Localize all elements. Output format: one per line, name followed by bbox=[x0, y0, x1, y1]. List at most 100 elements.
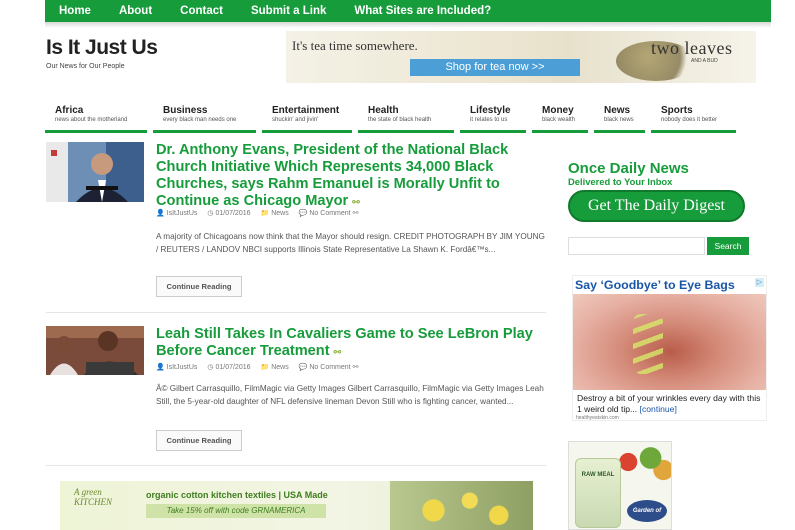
post-comments[interactable]: No Comment bbox=[309, 210, 350, 217]
category-money[interactable]: Money black wealth bbox=[532, 101, 588, 133]
link-icon: ⚯ bbox=[352, 210, 359, 217]
post-comments[interactable]: No Comment bbox=[309, 364, 350, 371]
link-icon: ⚯ bbox=[352, 197, 360, 207]
category-nav: Africa news about the motherland Busines… bbox=[45, 101, 745, 133]
category-sub: shuckin' and jivin' bbox=[272, 117, 319, 123]
banner-brand-sub: AND A BUD bbox=[691, 58, 718, 64]
nav-contact[interactable]: Contact bbox=[166, 0, 237, 22]
category-name: News bbox=[604, 105, 631, 116]
post-category[interactable]: News bbox=[271, 210, 289, 217]
post-thumbnail[interactable] bbox=[46, 142, 144, 202]
category-africa[interactable]: Africa news about the motherland bbox=[45, 101, 147, 133]
post-title[interactable]: Dr. Anthony Evans, President of the Nati… bbox=[156, 142, 541, 211]
ad-body: Destroy a bit of your wrinkles every day… bbox=[577, 393, 766, 415]
date-meta: ◷ 01/07/2016 bbox=[207, 209, 250, 217]
category-meta: 📁 News bbox=[261, 209, 289, 217]
site-title[interactable]: Is It Just Us bbox=[46, 36, 158, 60]
category-name: Africa bbox=[55, 105, 84, 116]
nav-home[interactable]: Home bbox=[45, 0, 105, 22]
post-author[interactable]: IsItJustUs bbox=[167, 364, 198, 371]
category-name: Entertainment bbox=[272, 105, 340, 116]
search-input[interactable] bbox=[568, 237, 705, 255]
clock-icon: ◷ bbox=[207, 210, 214, 217]
continue-reading-button[interactable]: Continue Reading bbox=[156, 430, 242, 451]
nav-shadow bbox=[45, 22, 771, 28]
jar-label: RAW MEAL bbox=[581, 472, 615, 478]
comment-icon: 💬 bbox=[298, 210, 308, 217]
post-title-text: Dr. Anthony Evans, President of the Nati… bbox=[156, 142, 509, 209]
category-name: Business bbox=[163, 105, 208, 116]
category-health[interactable]: Health the state of black health bbox=[358, 101, 454, 133]
banner-brand: two leaves bbox=[651, 38, 733, 58]
ad-continue-link[interactable]: [continue] bbox=[640, 404, 677, 414]
category-business[interactable]: Business every black man needs one bbox=[153, 101, 256, 133]
site-tagline: Our News for Our People bbox=[46, 63, 125, 70]
post-author[interactable]: IsItJustUs bbox=[167, 210, 198, 217]
post-category[interactable]: News bbox=[271, 364, 289, 371]
brand-logo: Garden of Life bbox=[627, 500, 667, 522]
banner-headline: It's tea time somewhere. bbox=[292, 38, 418, 53]
category-name: Health bbox=[368, 105, 399, 116]
daily-digest-button[interactable]: Get The Daily Digest bbox=[568, 190, 745, 222]
comment-icon: 💬 bbox=[298, 364, 308, 371]
user-icon: 👤 bbox=[156, 364, 165, 371]
post-title[interactable]: Leah Still Takes In Cavaliers Game to Se… bbox=[156, 326, 541, 361]
top-nav: Home About Contact Submit a Link What Si… bbox=[45, 0, 771, 22]
nav-about[interactable]: About bbox=[105, 0, 166, 22]
post-meta: 👤 IsItJustUs ◷ 01/07/2016 📁 News 💬 No Co… bbox=[156, 209, 358, 217]
flowers-image bbox=[390, 481, 533, 530]
garden-of-life-ad[interactable]: RAW MEAL Garden of Life bbox=[568, 441, 672, 530]
category-entertainment[interactable]: Entertainment shuckin' and jivin' bbox=[262, 101, 352, 133]
post-meta: 👤 IsItJustUs ◷ 01/07/2016 📁 News 💬 No Co… bbox=[156, 363, 358, 371]
newsletter-heading: Once Daily News bbox=[568, 160, 689, 177]
category-sub: news about the motherland bbox=[55, 117, 128, 123]
comments-meta: 💬 No Comment ⚯ bbox=[299, 209, 359, 217]
ad-source: healthyeatskin.com bbox=[576, 415, 619, 421]
post-date: 01/07/2016 bbox=[215, 364, 251, 371]
post-title-text: Leah Still Takes In Cavaliers Game to Se… bbox=[156, 326, 533, 359]
ad-image bbox=[573, 294, 766, 390]
ad-title: Say ‘Goodbye’ to Eye Bags bbox=[575, 278, 735, 292]
nav-submit-link[interactable]: Submit a Link bbox=[237, 0, 340, 22]
category-sub: every black man needs one bbox=[163, 117, 237, 123]
category-sub: black news bbox=[604, 117, 634, 123]
continue-reading-button[interactable]: Continue Reading bbox=[156, 276, 242, 297]
author-meta: 👤 IsItJustUs bbox=[156, 363, 197, 371]
link-icon: ⚯ bbox=[352, 364, 359, 371]
folder-icon: 📁 bbox=[260, 210, 270, 217]
category-name: Money bbox=[542, 105, 574, 116]
ad-promo: Take 15% off with code GRNAMERICA bbox=[146, 504, 326, 518]
post-divider bbox=[46, 312, 546, 313]
shop-tea-button[interactable]: Shop for tea now >> bbox=[410, 59, 580, 76]
comments-meta: 💬 No Comment ⚯ bbox=[299, 363, 359, 371]
category-name: Lifestyle bbox=[470, 105, 511, 116]
category-sports[interactable]: Sports nobody does it better bbox=[651, 101, 736, 133]
post-thumbnail[interactable] bbox=[46, 326, 144, 375]
post-excerpt: Â© Gilbert Carrasquillo, FilmMagic via G… bbox=[156, 384, 544, 406]
category-sub: nobody does it better bbox=[661, 117, 718, 123]
nav-sites-included[interactable]: What Sites are Included? bbox=[340, 0, 505, 22]
category-lifestyle[interactable]: Lifestyle it relates to us bbox=[460, 101, 526, 133]
adchoices-icon[interactable]: ▷ bbox=[755, 278, 764, 287]
clock-icon: ◷ bbox=[207, 364, 214, 371]
date-meta: ◷ 01/07/2016 bbox=[207, 363, 250, 371]
tea-banner-ad[interactable]: It's tea time somewhere. Shop for tea no… bbox=[286, 31, 756, 83]
search-button[interactable]: Search bbox=[707, 237, 749, 255]
kitchen-textiles-ad[interactable]: A green KITCHEN organic cotton kitchen t… bbox=[60, 481, 533, 530]
user-icon: 👤 bbox=[156, 210, 165, 217]
link-icon: ⚯ bbox=[333, 347, 342, 357]
category-sub: it relates to us bbox=[470, 117, 508, 123]
newsletter-subheading: Delivered to Your Inbox bbox=[568, 176, 673, 187]
category-news[interactable]: News black news bbox=[594, 101, 645, 133]
green-kitchen-logo: A green KITCHEN bbox=[74, 487, 113, 507]
eye-bags-ad[interactable]: Say ‘Goodbye’ to Eye Bags ▷ Destroy a bi… bbox=[572, 275, 767, 421]
post-date: 01/07/2016 bbox=[215, 210, 251, 217]
author-meta: 👤 IsItJustUs bbox=[156, 209, 197, 217]
folder-icon: 📁 bbox=[260, 364, 270, 371]
category-sub: the state of black health bbox=[368, 117, 432, 123]
category-name: Sports bbox=[661, 105, 693, 116]
post-divider bbox=[46, 465, 546, 466]
category-meta: 📁 News bbox=[261, 363, 289, 371]
product-jar bbox=[575, 458, 621, 528]
category-sub: black wealth bbox=[542, 117, 576, 123]
